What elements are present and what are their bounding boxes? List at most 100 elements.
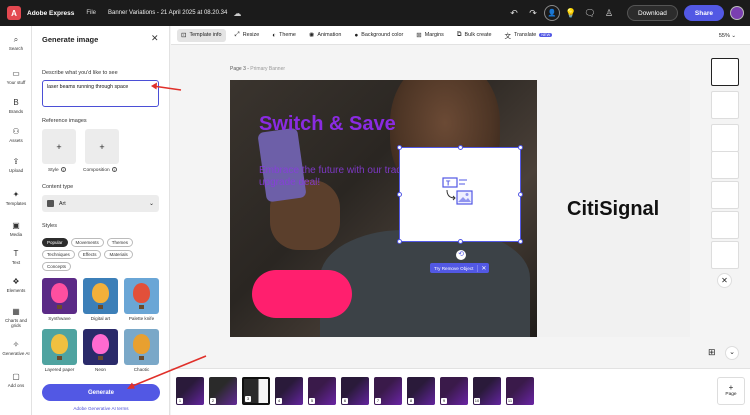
page-thumbnail[interactable]: 9 — [440, 377, 468, 405]
rail-item-brands[interactable]: B Brands — [0, 98, 32, 114]
resize-handle[interactable] — [458, 145, 463, 150]
rail-item-text[interactable]: T Text — [0, 249, 32, 265]
style-tab-themes[interactable]: Themes — [106, 238, 134, 247]
page-preview[interactable] — [711, 151, 739, 179]
adobe-express-logo-icon[interactable]: A — [7, 6, 21, 20]
content-type-select[interactable]: Art ⌄ — [42, 195, 159, 212]
rail-item-assets[interactable]: ⚇ Assets — [0, 127, 32, 143]
tool-resize[interactable]: ⤢ Resize — [231, 29, 264, 42]
undo-icon[interactable]: ↶ — [506, 5, 522, 21]
page-thumbnail[interactable]: 8 — [407, 377, 435, 405]
page-preview[interactable] — [711, 241, 739, 269]
style-thumbnail[interactable] — [42, 329, 77, 365]
close-icon[interactable]: ✕ — [477, 264, 489, 272]
tool-animation[interactable]: ✺ Animation — [305, 29, 345, 42]
prompt-label: Describe what you'd like to see — [42, 70, 118, 76]
tool-background-color[interactable]: ● Background color — [350, 29, 407, 42]
style-thumbnail[interactable] — [124, 278, 159, 314]
rotate-handle-icon[interactable]: ⟲ — [456, 250, 466, 260]
templates-icon: ✦ — [12, 190, 20, 199]
style-tab-techniques[interactable]: Techniques — [42, 250, 75, 259]
resize-handle[interactable] — [518, 192, 523, 197]
generative-ai-terms-link[interactable]: Adobe Generative AI terms — [42, 406, 160, 411]
download-button[interactable]: Download — [627, 5, 678, 21]
file-menu[interactable]: File — [86, 10, 96, 16]
user-avatar[interactable] — [730, 6, 744, 20]
page-preview[interactable] — [711, 181, 739, 209]
page-thumbnail[interactable]: 4 — [275, 377, 303, 405]
page-thumbnail[interactable]: 2 — [209, 377, 237, 405]
resize-handle[interactable] — [397, 145, 402, 150]
tool-bulk-create[interactable]: ⧉ Bulk create — [453, 29, 496, 42]
rail-item-search[interactable]: ⌕ Search — [0, 35, 32, 51]
tool-template-info[interactable]: ⊡ Template info — [177, 28, 226, 42]
style-reference-add-button[interactable]: + — [42, 129, 76, 164]
page-thumbnail[interactable]: 5 — [308, 377, 336, 405]
banner-subline[interactable]: Embrace the future with our trade-in upg… — [259, 165, 419, 189]
style-thumbnail[interactable] — [42, 278, 77, 314]
redo-icon[interactable]: ↷ — [525, 5, 541, 21]
page-thumbnail[interactable]: 11 — [506, 377, 534, 405]
style-tab-materials[interactable]: Materials — [104, 250, 133, 259]
resize-handle[interactable] — [458, 239, 463, 244]
rail-item-charts-and-grids[interactable]: ▦ Charts and grids — [0, 307, 32, 328]
resize-handle[interactable] — [397, 192, 402, 197]
page-preview[interactable] — [711, 91, 739, 119]
page-thumbnail[interactable]: 7 — [374, 377, 402, 405]
rail-item-generative-ai[interactable]: ✧ Generative AI — [0, 340, 32, 356]
rail-item-label: Generative AI — [2, 351, 30, 356]
comment-icon[interactable]: 🗨 — [582, 5, 598, 21]
style-tab-movements[interactable]: Movements — [70, 238, 104, 247]
zoom-control[interactable]: 55% ⌄ — [719, 29, 736, 42]
rail-item-media[interactable]: ▣ Media — [0, 221, 32, 237]
tool-translate[interactable]: 文 Translate NEW — [501, 29, 557, 42]
resize-handle[interactable] — [397, 239, 402, 244]
tool-margins[interactable]: ⊞ Margins — [412, 29, 448, 42]
tool-theme[interactable]: ◐ Theme — [268, 29, 300, 42]
style-thumbnail[interactable] — [83, 329, 118, 365]
banner-headline[interactable]: Switch & Save — [259, 113, 396, 136]
page-preview[interactable] — [711, 124, 739, 152]
your-stuff-icon: ▭ — [12, 69, 20, 78]
rail-item-upload[interactable]: ⇪ Upload — [0, 157, 32, 173]
rail-item-elements[interactable]: ❖ Elements — [0, 277, 32, 293]
try-remove-object-banner[interactable]: Try Remove Object ✕ — [430, 263, 490, 273]
grid-view-icon[interactable]: ⊞ — [708, 347, 716, 358]
info-icon[interactable]: i — [60, 167, 66, 172]
style-tab-effects[interactable]: Effects — [77, 250, 102, 259]
add-page-button[interactable]: + Page — [717, 377, 745, 405]
try-remove-object-label[interactable]: Try Remove Object — [430, 266, 477, 271]
prompt-input[interactable]: laser beams running through space — [42, 80, 159, 107]
notifications-icon[interactable]: ♙ — [601, 5, 617, 21]
style-thumbnail[interactable] — [83, 278, 118, 314]
hot-air-balloon-image — [51, 334, 68, 354]
page-thumbnail[interactable]: 3 — [242, 377, 270, 405]
add-collaborator-icon[interactable]: 👤 — [544, 5, 560, 21]
resize-handle[interactable] — [518, 239, 523, 244]
page-thumbnail[interactable]: 10 — [473, 377, 501, 405]
page-preview[interactable] — [711, 58, 739, 86]
rail-item-your-stuff[interactable]: ▭ Your stuff — [0, 69, 32, 85]
close-icon[interactable]: ✕ — [151, 33, 159, 44]
cta-pill[interactable] — [252, 270, 352, 318]
resize-handle[interactable] — [518, 145, 523, 150]
page-preview[interactable] — [711, 211, 739, 239]
style-tab-popular[interactable]: Popular — [42, 238, 68, 247]
page-thumbnail[interactable]: 6 — [341, 377, 369, 405]
hot-air-balloon-image — [92, 283, 109, 303]
info-icon[interactable]: i — [111, 167, 117, 172]
close-icon[interactable]: ✕ — [717, 273, 732, 288]
bulk-create-icon: ⧉ — [456, 31, 462, 38]
rail-item-templates[interactable]: ✦ Templates — [0, 190, 32, 206]
content-type-value: Art — [59, 200, 66, 207]
composition-reference-add-button[interactable]: + — [85, 129, 119, 164]
style-tab-concepts[interactable]: Concepts — [42, 262, 72, 271]
page-number: 6 — [342, 398, 348, 404]
text-to-image-icon: T — [442, 177, 473, 205]
chevron-down-icon[interactable]: ⌄ — [725, 346, 739, 360]
share-button[interactable]: Share — [683, 5, 724, 21]
brand-wordmark[interactable]: CitiSignal — [567, 198, 659, 221]
lightbulb-icon[interactable]: 💡 — [563, 5, 579, 21]
document-title[interactable]: Banner Variations - 21 April 2025 at 08.… — [108, 10, 227, 16]
rail-item-add-ons[interactable]: ▢ Add ons — [0, 372, 32, 388]
